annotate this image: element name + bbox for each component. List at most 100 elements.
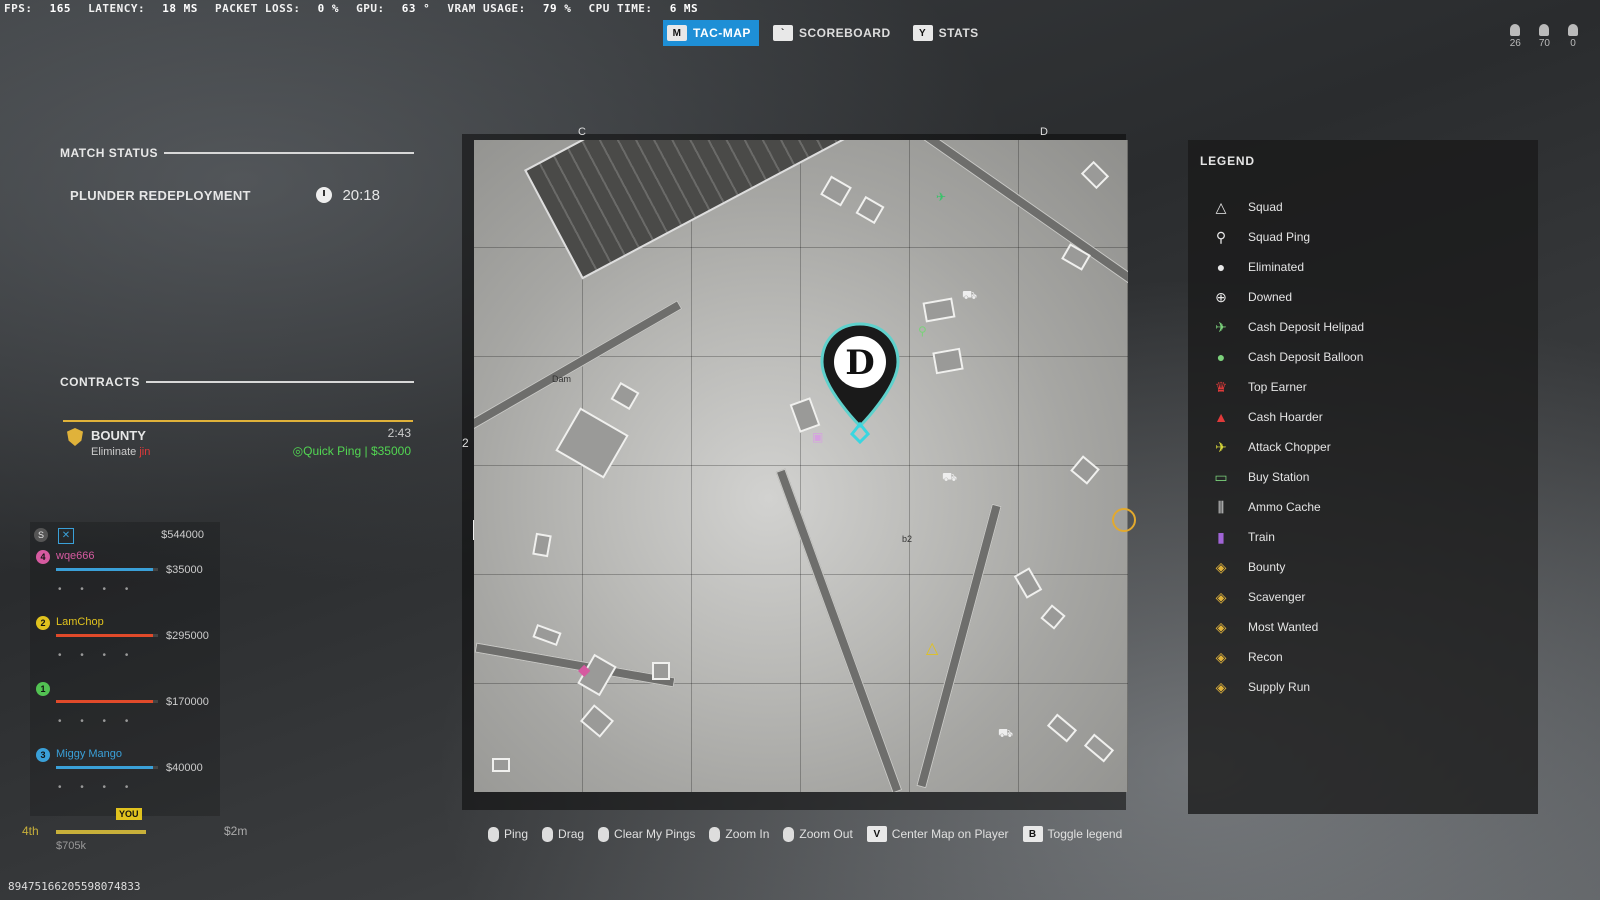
grid-col-label: C bbox=[578, 126, 586, 138]
squad-member: 4 wqe666 $35000 • • • • bbox=[34, 550, 214, 610]
buy-station-marker[interactable]: ⚲ bbox=[918, 324, 927, 338]
team-row: S ✕ $544000 bbox=[34, 528, 214, 544]
control-zoom-in[interactable]: Zoom In bbox=[709, 826, 769, 842]
control-toggle-legend[interactable]: B Toggle legend bbox=[1022, 826, 1123, 842]
cash-deposit-helipad-marker[interactable]: ✈ bbox=[936, 190, 946, 204]
attack-chopper-icon: ✈ bbox=[1215, 438, 1227, 455]
control-clear-my-pings[interactable]: Clear My Pings bbox=[598, 826, 695, 842]
control-label: Center Map on Player bbox=[891, 827, 1009, 841]
legend-item: ◈ Scavenger bbox=[1212, 586, 1306, 608]
supply-run-icon: ◈ bbox=[1215, 678, 1227, 695]
latency-value: 18 MS bbox=[162, 2, 198, 15]
health-fill bbox=[56, 700, 153, 703]
tab-stats[interactable]: Y STATS bbox=[909, 20, 987, 46]
contract-description: Eliminate jin bbox=[91, 446, 150, 458]
map-building bbox=[1083, 733, 1115, 763]
legend-item: ✈ Cash Deposit Helipad bbox=[1212, 316, 1364, 338]
team-total: $705k bbox=[56, 840, 86, 852]
control-label: Toggle legend bbox=[1047, 827, 1123, 841]
control-label: Ping bbox=[504, 827, 529, 841]
control-ping[interactable]: Ping bbox=[488, 826, 529, 842]
map-building bbox=[1070, 455, 1100, 485]
legend-label: Train bbox=[1248, 530, 1275, 544]
buy-station-icon: ▭ bbox=[1214, 468, 1228, 485]
vehicle-icon: ⛟ bbox=[998, 726, 1014, 740]
member-cash: $295000 bbox=[166, 630, 209, 642]
member-loadout: • • • • bbox=[58, 650, 137, 661]
game-mode: PLUNDER REDEPLOYMENT bbox=[70, 187, 251, 203]
rank-position: 4th bbox=[22, 824, 39, 838]
you-marker: YOU bbox=[116, 808, 142, 820]
member-number: 3 bbox=[36, 748, 50, 762]
scroll-down-icon bbox=[783, 826, 795, 842]
member-loadout: • • • • bbox=[58, 584, 137, 595]
skull-icon bbox=[1568, 24, 1578, 36]
players-counter: 70 bbox=[1539, 24, 1550, 49]
fps-value: 165 bbox=[49, 2, 71, 15]
match-status-header: MATCH STATUS bbox=[60, 146, 414, 160]
key-hint: B bbox=[1022, 826, 1043, 842]
tac-map[interactable]: Dam b2 ✈ ⛟ ⛟ ⛟ ⚲ △ ◆ ▣ D bbox=[474, 140, 1128, 792]
legend-label: Eliminated bbox=[1248, 260, 1305, 274]
vehicle-icon: ⛟ bbox=[942, 470, 958, 484]
cash-hoarder-icon: ▲ bbox=[1214, 409, 1228, 425]
cpu-time-value: 6 MS bbox=[669, 2, 699, 15]
squad-member-marker[interactable]: ◆ bbox=[578, 660, 590, 680]
map-building bbox=[855, 195, 885, 225]
legend-label: Cash Deposit Helipad bbox=[1248, 320, 1365, 334]
control-label: Zoom Out bbox=[799, 827, 853, 841]
vehicle-icon: ⛟ bbox=[962, 288, 978, 302]
control-drag[interactable]: Drag bbox=[542, 826, 585, 842]
legend-item: ⚲ Squad Ping bbox=[1212, 226, 1310, 248]
legend-item: ◈ Recon bbox=[1212, 646, 1283, 668]
member-name: wqe666 bbox=[56, 550, 95, 562]
timer-value: 20:18 bbox=[342, 186, 380, 204]
map-building bbox=[932, 347, 964, 375]
map-place-label: Dam bbox=[552, 374, 572, 384]
legend-item: ◈ Bounty bbox=[1212, 556, 1286, 578]
legend-item: ♛ Top Earner bbox=[1212, 376, 1307, 398]
legend-label: Supply Run bbox=[1248, 680, 1311, 694]
divider bbox=[164, 152, 414, 154]
train-icon: ▮ bbox=[1217, 528, 1225, 545]
mouse-icon bbox=[598, 826, 610, 842]
counter-value: 26 bbox=[1509, 38, 1521, 49]
map-building bbox=[1013, 567, 1043, 599]
tab-tac-map[interactable]: M TAC-MAP bbox=[663, 20, 759, 46]
contract-reward: ◎Quick Ping | $35000 bbox=[293, 444, 411, 458]
player-counters: 26 70 0 bbox=[1510, 24, 1578, 49]
quick-ping-label: Quick Ping bbox=[303, 444, 362, 458]
contract-timer: 2:43 bbox=[387, 426, 411, 440]
key-hint: ` bbox=[772, 25, 793, 41]
separator: | bbox=[364, 444, 368, 458]
key-hint: V bbox=[866, 826, 887, 842]
packet-loss-label: PACKET LOSS: bbox=[214, 2, 301, 15]
control-zoom-out[interactable]: Zoom Out bbox=[783, 826, 853, 842]
map-building bbox=[820, 175, 852, 207]
bounty-target-pin[interactable]: D bbox=[818, 322, 902, 446]
bounty-contract: BOUNTY Eliminate jin 2:43 ◎Quick Ping | … bbox=[63, 420, 413, 472]
control-center-map-on-player[interactable]: V Center Map on Player bbox=[866, 826, 1009, 842]
clock-icon bbox=[316, 187, 333, 203]
map-building bbox=[492, 758, 510, 772]
member-number: 2 bbox=[36, 616, 50, 630]
performance-stats: FPS: 165 LATENCY: 18 MS PACKET LOSS: 0 %… bbox=[4, 2, 708, 15]
mouse-right-icon bbox=[542, 826, 554, 842]
tab-scoreboard[interactable]: ` SCOREBOARD bbox=[769, 20, 899, 46]
control-label: Drag bbox=[558, 827, 585, 841]
squad-member-marker[interactable]: △ bbox=[926, 638, 938, 658]
recon-icon: ◈ bbox=[1215, 648, 1227, 665]
legend-item: ⊕ Downed bbox=[1212, 286, 1292, 308]
squad-member: 2 LamChop $295000 • • • • bbox=[34, 616, 214, 676]
squad-icon: △ bbox=[1215, 198, 1227, 215]
legend-label: Squad Ping bbox=[1248, 230, 1311, 244]
packet-loss-value: 0 % bbox=[317, 2, 339, 15]
section-title: CONTRACTS bbox=[60, 375, 140, 389]
legend-item: ◈ Most Wanted bbox=[1212, 616, 1319, 638]
contract-title: BOUNTY bbox=[91, 428, 146, 443]
vram-value: 79 % bbox=[542, 2, 572, 15]
objective-crosshair-icon[interactable] bbox=[1112, 508, 1136, 532]
map-road bbox=[914, 140, 1128, 285]
team-cash: $544000 bbox=[161, 529, 204, 541]
team-icon: ✕ bbox=[58, 528, 74, 544]
